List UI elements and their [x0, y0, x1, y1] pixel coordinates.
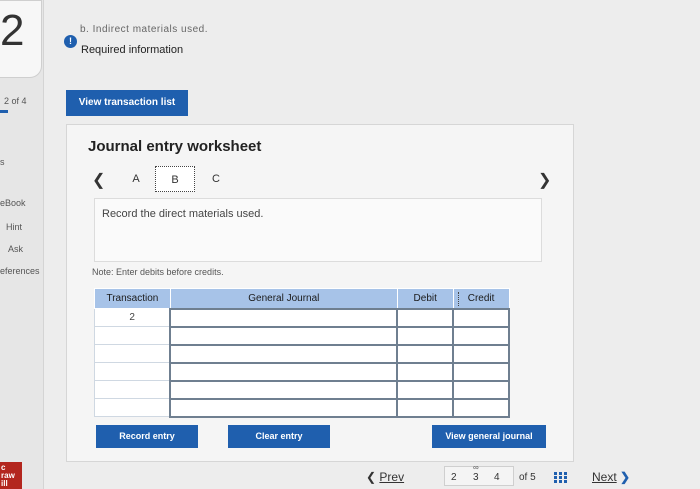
- account-input[interactable]: [169, 379, 399, 400]
- chevron-left-icon: ❮: [366, 470, 377, 484]
- debit-input[interactable]: [396, 307, 455, 328]
- debit-input[interactable]: [396, 379, 455, 400]
- account-input[interactable]: [169, 343, 399, 364]
- column-header-credit: Credit: [452, 288, 510, 309]
- account-input[interactable]: [169, 307, 399, 328]
- clear-entry-button[interactable]: Clear entry: [228, 425, 330, 448]
- chevron-right-icon[interactable]: ❯: [538, 170, 551, 190]
- credit-label: Credit: [467, 292, 495, 304]
- credit-input[interactable]: [452, 325, 510, 346]
- debit-input[interactable]: [396, 325, 455, 346]
- transaction-cell: [94, 362, 171, 381]
- rail-item-references[interactable]: eferences: [0, 266, 40, 276]
- transaction-cell: 2: [94, 308, 171, 327]
- grid-icon[interactable]: [554, 472, 568, 484]
- column-header-general-journal: General Journal: [169, 288, 398, 309]
- chevron-right-icon: ❯: [620, 470, 631, 484]
- page-2[interactable]: 2: [451, 472, 457, 483]
- question-progress: 2 of 4: [4, 96, 27, 106]
- account-input[interactable]: [169, 325, 399, 346]
- progress-bar: [0, 110, 8, 113]
- prev-button[interactable]: ❮ Prev: [366, 470, 404, 484]
- table-row: [94, 361, 510, 382]
- credit-input[interactable]: [452, 343, 510, 364]
- account-input[interactable]: [169, 397, 399, 418]
- tab-b[interactable]: B: [155, 166, 195, 192]
- table-row: 2: [94, 307, 510, 328]
- account-input[interactable]: [169, 361, 399, 382]
- credit-input[interactable]: [452, 379, 510, 400]
- prev-label: Prev: [379, 470, 405, 484]
- transaction-cell: [94, 398, 171, 417]
- debit-input[interactable]: [396, 397, 455, 418]
- table-row: [94, 325, 510, 346]
- brand-logo: c raw ill: [0, 462, 22, 489]
- view-transaction-list-button[interactable]: View transaction list: [66, 90, 188, 116]
- column-header-transaction: Transaction: [94, 288, 171, 309]
- page-4[interactable]: 4: [494, 472, 500, 483]
- rail-item-s[interactable]: s: [0, 157, 5, 167]
- view-general-journal-button[interactable]: View general journal: [432, 425, 546, 448]
- column-header-debit: Debit: [396, 288, 454, 309]
- link-icon: ∞: [473, 463, 479, 472]
- part-heading: b. Indirect materials used.: [80, 24, 208, 35]
- tab-a[interactable]: A: [116, 166, 156, 192]
- credit-input[interactable]: [452, 307, 510, 328]
- tab-c[interactable]: C: [196, 166, 236, 192]
- question-number: 2: [0, 6, 25, 55]
- alert-icon: !: [64, 35, 77, 48]
- debit-input[interactable]: [396, 343, 455, 364]
- next-button[interactable]: Next ❯: [592, 470, 630, 484]
- transaction-cell: [94, 380, 171, 399]
- page-3[interactable]: 3: [473, 472, 479, 483]
- table-row: [94, 397, 510, 418]
- credit-input[interactable]: [452, 397, 510, 418]
- rail-item-hint[interactable]: Hint: [6, 222, 22, 232]
- credit-input[interactable]: [452, 361, 510, 382]
- transaction-cell: [94, 344, 171, 363]
- rail-item-ask[interactable]: Ask: [8, 244, 23, 254]
- record-entry-button[interactable]: Record entry: [96, 425, 198, 448]
- note-text: Note: Enter debits before credits.: [92, 267, 224, 277]
- page-of-total: of 5: [519, 472, 536, 483]
- chevron-left-icon[interactable]: ❮: [92, 170, 105, 190]
- debit-input[interactable]: [396, 361, 455, 382]
- instruction-text: Record the direct materials used.: [102, 208, 264, 220]
- next-label: Next: [592, 470, 617, 484]
- rail-item-ebook[interactable]: eBook: [0, 198, 26, 208]
- transaction-cell: [94, 326, 171, 345]
- table-row: [94, 343, 510, 364]
- journal-table: Transaction General Journal Debit Credit…: [94, 288, 510, 418]
- required-information-link[interactable]: Required information: [81, 44, 183, 56]
- table-row: [94, 379, 510, 400]
- worksheet-title: Journal entry worksheet: [88, 138, 262, 155]
